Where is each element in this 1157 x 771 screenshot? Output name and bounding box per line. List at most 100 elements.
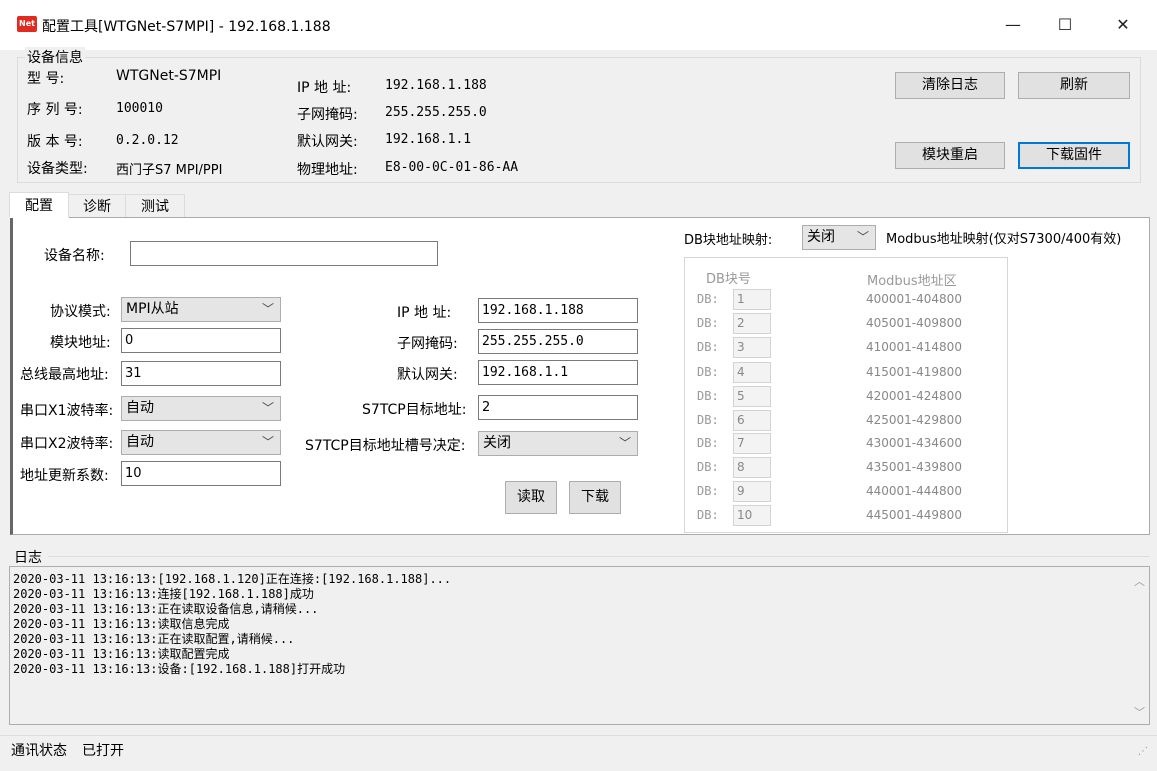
- x2-baud-label: 串口X2波特率:: [20, 436, 114, 452]
- x1-baud-value: 自动: [126, 400, 154, 416]
- db-prefix-label: DB:: [697, 365, 719, 379]
- tab-diagnose[interactable]: 诊断: [68, 194, 126, 218]
- db-number-input[interactable]: 3: [733, 337, 771, 358]
- modbus-col-header: Modbus地址区: [867, 274, 957, 289]
- log-line: 2020-03-11 13:16:13:读取配置完成: [13, 647, 230, 661]
- device-info-title: 设备信息: [25, 47, 85, 67]
- download-firmware-button[interactable]: 下载固件: [1018, 142, 1130, 169]
- info-mask-value: 255.255.255.0: [385, 105, 487, 120]
- db-map-select[interactable]: 关闭 ﹀: [802, 225, 876, 250]
- scroll-down-icon[interactable]: ﹀: [1134, 704, 1145, 720]
- cfg-mask-input[interactable]: 255.255.255.0: [478, 329, 638, 354]
- s7tcp-slot-label: S7TCP目标地址槽号决定:: [305, 438, 466, 454]
- db-map-label: DB块地址映射:: [684, 233, 773, 248]
- cfg-ip-input[interactable]: 192.168.1.188: [478, 298, 638, 323]
- s7tcp-slot-value: 关闭: [483, 435, 511, 451]
- info-mac-value: E8-00-0C-01-86-AA: [385, 160, 519, 175]
- db-prefix-label: DB:: [697, 292, 719, 306]
- db-number-input[interactable]: 8: [733, 457, 771, 478]
- log-title: 日志: [14, 550, 42, 566]
- db-number-input[interactable]: 4: [733, 362, 771, 383]
- scroll-up-icon[interactable]: ︿: [1134, 573, 1145, 589]
- x2-baud-value: 自动: [126, 434, 154, 450]
- version-value: 0.2.0.12: [116, 133, 179, 148]
- s7tcp-slot-select[interactable]: 关闭 ﹀: [478, 431, 638, 456]
- modbus-range: 420001-424800: [866, 389, 962, 403]
- chevron-down-icon: ﹀: [261, 302, 274, 316]
- modbus-map-label: Modbus地址映射(仅对S7300/400有效): [886, 232, 1122, 247]
- log-line: 2020-03-11 13:16:13:读取信息完成: [13, 617, 230, 631]
- resize-grip-icon[interactable]: ⋰: [1138, 746, 1148, 757]
- update-factor-input[interactable]: 10: [121, 461, 281, 486]
- info-gateway-value: 192.168.1.1: [385, 132, 472, 147]
- x1-baud-select[interactable]: 自动 ﹀: [121, 396, 281, 421]
- cfg-gateway-input[interactable]: 192.168.1.1: [478, 360, 638, 385]
- status-label: 通讯状态: [11, 743, 67, 759]
- bus-max-input[interactable]: 31: [121, 361, 281, 386]
- chevron-down-icon: ﹀: [856, 230, 869, 244]
- clear-log-button[interactable]: 清除日志: [895, 72, 1005, 99]
- log-divider: [48, 556, 1150, 557]
- protocol-select[interactable]: MPI从站 ﹀: [121, 297, 281, 322]
- model-label: 型 号:: [27, 71, 65, 87]
- modbus-range: 425001-429800: [866, 413, 962, 427]
- cfg-mask-label: 子网掩码:: [397, 336, 458, 352]
- db-number-input[interactable]: 9: [733, 481, 771, 502]
- db-prefix-label: DB:: [697, 436, 719, 450]
- refresh-button[interactable]: 刷新: [1018, 72, 1130, 99]
- protocol-value: MPI从站: [126, 301, 179, 317]
- title-bar: Net 配置工具[WTGNet-S7MPI] - 192.168.1.188 —…: [0, 0, 1157, 50]
- tab-test[interactable]: 测试: [125, 194, 185, 218]
- status-value: 已打开: [82, 743, 124, 759]
- db-number-input[interactable]: 10: [733, 505, 771, 526]
- read-button[interactable]: 读取: [505, 481, 557, 514]
- bus-max-label: 总线最高地址:: [20, 367, 109, 383]
- chevron-down-icon: ﹀: [618, 436, 631, 450]
- minimize-button[interactable]: —: [990, 10, 1036, 40]
- log-line: 2020-03-11 13:16:13:正在读取设备信息,请稍候...: [13, 602, 319, 616]
- modbus-range: 445001-449800: [866, 508, 962, 522]
- device-type-value: 西门子S7 MPI/PPI: [116, 163, 223, 178]
- module-addr-label: 模块地址:: [50, 335, 111, 351]
- serial-value: 100010: [116, 101, 163, 116]
- download-button[interactable]: 下载: [569, 481, 621, 514]
- info-mask-label: 子网掩码:: [297, 107, 358, 123]
- db-number-input[interactable]: 7: [733, 433, 771, 454]
- protocol-label: 协议模式:: [50, 304, 111, 320]
- maximize-button[interactable]: ☐: [1042, 10, 1088, 40]
- db-number-input[interactable]: 2: [733, 313, 771, 334]
- db-prefix-label: DB:: [697, 316, 719, 330]
- log-textarea[interactable]: 2020-03-11 13:16:13:[192.168.1.120]正在连接:…: [9, 566, 1150, 725]
- modbus-range: 430001-434600: [866, 436, 962, 450]
- modbus-range: 435001-439800: [866, 460, 962, 474]
- log-line: 2020-03-11 13:16:13:连接[192.168.1.188]成功: [13, 587, 314, 601]
- modbus-range: 440001-444800: [866, 484, 962, 498]
- log-line: 2020-03-11 13:16:13:设备:[192.168.1.188]打开…: [13, 662, 346, 676]
- s7tcp-target-input[interactable]: 2: [478, 395, 638, 420]
- s7tcp-target-label: S7TCP目标地址:: [362, 402, 467, 418]
- db-prefix-label: DB:: [697, 389, 719, 403]
- reboot-button[interactable]: 模块重启: [895, 142, 1005, 169]
- db-number-input[interactable]: 6: [733, 410, 771, 431]
- chevron-down-icon: ﹀: [261, 401, 274, 415]
- db-number-input[interactable]: 5: [733, 386, 771, 407]
- tab-config[interactable]: 配置: [9, 192, 69, 218]
- info-mac-label: 物理地址:: [297, 162, 358, 178]
- update-factor-label: 地址更新系数:: [20, 468, 109, 484]
- db-prefix-label: DB:: [697, 484, 719, 498]
- close-button[interactable]: ✕: [1100, 10, 1146, 40]
- modbus-range: 410001-414800: [866, 340, 962, 354]
- log-line: 2020-03-11 13:16:13:[192.168.1.120]正在连接:…: [13, 572, 452, 586]
- info-ip-value: 192.168.1.188: [385, 78, 487, 93]
- device-name-label: 设备名称:: [44, 248, 105, 264]
- db-prefix-label: DB:: [697, 508, 719, 522]
- device-type-label: 设备类型:: [27, 161, 88, 177]
- db-number-input[interactable]: 1: [733, 289, 771, 310]
- modbus-range: 400001-404800: [866, 292, 962, 306]
- module-addr-input[interactable]: 0: [121, 328, 281, 353]
- db-prefix-label: DB:: [697, 340, 719, 354]
- device-name-input[interactable]: [130, 241, 438, 266]
- serial-label: 序 列 号:: [27, 102, 83, 118]
- x2-baud-select[interactable]: 自动 ﹀: [121, 430, 281, 455]
- cfg-ip-label: IP 地 址:: [397, 305, 452, 321]
